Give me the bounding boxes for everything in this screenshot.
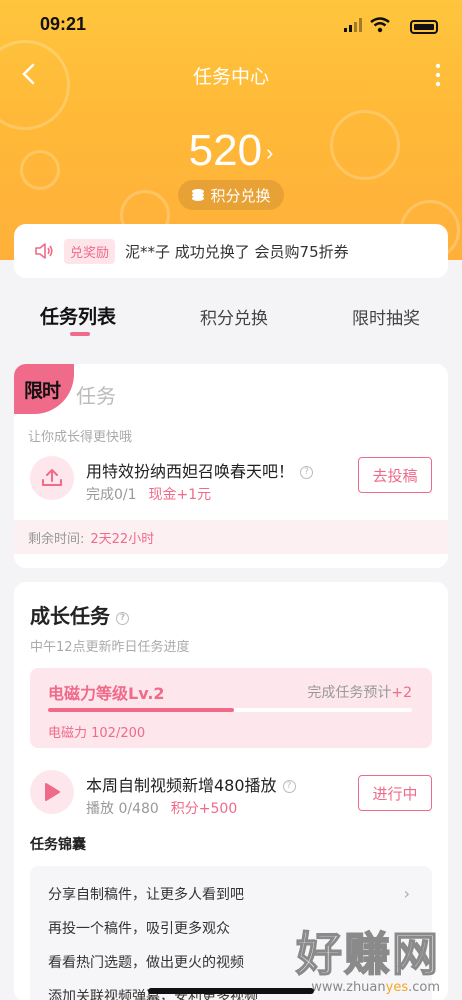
help-icon[interactable]: ? <box>300 466 314 479</box>
growth-task-meta: 播放 0/480 积分+500 <box>86 798 237 818</box>
nav-bar: 任务中心 <box>0 56 462 96</box>
help-icon[interactable]: ? <box>282 780 296 793</box>
notice-text: 泥**子 成功兑换了 会员购75折券 <box>125 242 349 261</box>
level-tip: 完成任务预计+2 <box>307 682 412 702</box>
page-title: 任务中心 <box>192 66 269 88</box>
level-value: 电磁力 102/200 <box>48 726 146 741</box>
tab-bar: 任务列表 积分兑换 限时抽奖 <box>0 296 462 346</box>
watermark-url-prefix: www.zhuan <box>311 980 386 995</box>
growth-card-title: 成长任务? <box>30 600 129 629</box>
tips-label: 任务锦囊 <box>30 837 86 853</box>
points-value: 520 <box>188 126 263 175</box>
active-tab-indicator <box>70 332 90 336</box>
limited-task-reward: 现金+1元 <box>148 487 212 503</box>
points-balance[interactable]: 520 › <box>0 126 462 176</box>
level-progress-fill <box>48 708 234 712</box>
growth-card-title-text: 成长任务 <box>30 604 110 628</box>
tip-item[interactable]: 分享自制稿件，让更多人看到吧 <box>48 884 244 904</box>
remaining-time-value: 2天22小时 <box>90 532 155 547</box>
level-progress-track <box>48 708 412 712</box>
limited-card-title: 任务 <box>76 384 116 408</box>
notice-bar: 兑奖励 泥**子 成功兑换了 会员购75折券 <box>14 224 448 278</box>
limited-task-card: 限时 任务 让你成长得更快哦 用特效扮纳西妲召唤春天吧！? 完成0/1 现金+1元… <box>14 364 448 568</box>
limited-task-title: 用特效扮纳西妲召唤春天吧！? <box>86 458 314 482</box>
home-indicator[interactable] <box>148 988 314 994</box>
level-name: 电磁力等级Lv.2 <box>48 684 165 703</box>
upload-task-icon <box>30 456 74 500</box>
watermark-url-suffix: .com <box>408 980 440 995</box>
coins-icon <box>192 189 205 201</box>
limited-task-title-text: 用特效扮纳西妲召唤春天吧！ <box>86 462 295 481</box>
tip-item[interactable]: 再投一个稿件，吸引更多观众 <box>48 918 230 938</box>
level-tip-text: 完成任务预计 <box>307 685 392 701</box>
more-options-icon[interactable] <box>432 62 444 88</box>
watermark-url-accent: yes <box>385 980 409 995</box>
chevron-right-icon: › <box>403 884 410 903</box>
wifi-icon <box>370 17 390 33</box>
upload-icon <box>42 469 62 486</box>
growth-task-reward: 积分+500 <box>170 801 238 817</box>
level-tip-plus: +2 <box>391 685 412 701</box>
status-time: 09:21 <box>40 14 87 34</box>
points-exchange-button[interactable]: 积分兑换 <box>178 180 284 210</box>
status-bar: 09:21 <box>0 12 462 40</box>
level-panel: 电磁力等级Lv.2 完成任务预计+2 电磁力 102/200 <box>30 668 432 748</box>
growth-task-title-text: 本周自制视频新增480播放 <box>86 776 277 795</box>
growth-task-title: 本周自制视频新增480播放? <box>86 772 296 796</box>
reward-tag: 兑奖励 <box>64 238 116 264</box>
battery-icon <box>410 20 438 34</box>
header-banner: 09:21 任务中心 520 › 积分兑换 <box>0 0 462 260</box>
remaining-time-bar: 剩余时间: 2天22小时 <box>14 520 448 554</box>
limited-task-meta: 完成0/1 现金+1元 <box>86 484 211 504</box>
in-progress-button[interactable]: 进行中 <box>358 775 432 811</box>
chevron-right-icon: › <box>266 140 274 166</box>
growth-task-progress: 播放 0/480 <box>86 801 159 817</box>
tab-points-exchange[interactable]: 积分兑换 <box>200 304 268 329</box>
watermark-title: 好赚网 <box>295 926 440 982</box>
tab-lottery[interactable]: 限时抽奖 <box>352 304 420 329</box>
tab-task-list[interactable]: 任务列表 <box>40 302 116 329</box>
speaker-icon <box>35 243 53 259</box>
limited-badge: 限时 <box>14 364 74 414</box>
play-icon <box>45 783 60 801</box>
watermark: 好赚网 www.zhuanyes.com <box>295 918 440 995</box>
points-exchange-label: 积分兑换 <box>210 186 271 205</box>
limited-task-progress: 完成0/1 <box>86 487 137 503</box>
tip-item[interactable]: 看看热门选题，做出更火的视频 <box>48 952 244 972</box>
remaining-time-label: 剩余时间: <box>28 532 85 547</box>
help-icon[interactable]: ? <box>116 612 129 625</box>
play-task-icon <box>30 770 74 814</box>
limited-card-subtitle: 让你成长得更快哦 <box>28 430 133 445</box>
signal-icon <box>344 18 362 32</box>
growth-card-subtitle: 中午12点更新昨日任务进度 <box>30 640 190 655</box>
submit-work-button[interactable]: 去投稿 <box>358 457 432 493</box>
watermark-url: www.zhuanyes.com <box>296 980 440 995</box>
